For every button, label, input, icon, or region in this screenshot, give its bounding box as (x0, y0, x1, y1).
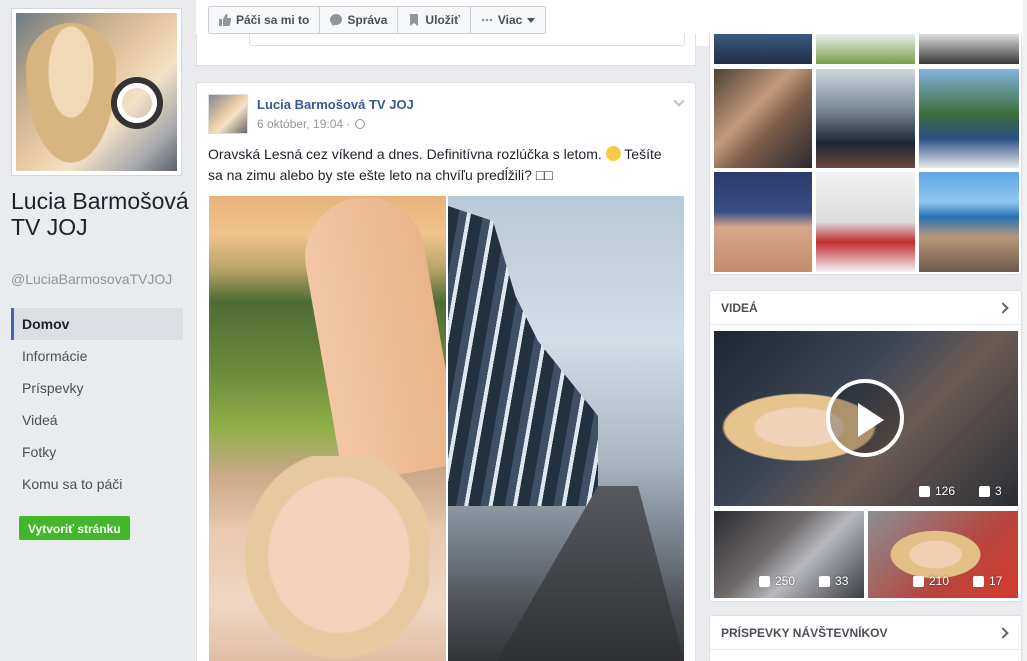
bookmark-icon (410, 14, 419, 26)
photo-thumb[interactable] (714, 172, 812, 272)
save-button[interactable]: Uložiť (398, 7, 471, 33)
post-text-line1: Oravská Lesná cez víkend a dnes. Definit… (208, 146, 602, 162)
video-stats: 210 17 (913, 574, 1002, 588)
photo-thumb[interactable] (919, 34, 1019, 64)
page-action-bar: Páči sa mi to Správa Uložiť Viac (208, 6, 547, 34)
like-page-button[interactable]: Páči sa mi to (209, 7, 321, 33)
photo-thumb[interactable] (714, 69, 812, 168)
save-label: Uložiť (425, 13, 460, 27)
videos-card: VIDEÁ 126 3 250 33 210 17 (709, 290, 1022, 602)
post-photo-selfie[interactable] (209, 196, 446, 661)
play-icon[interactable] (826, 379, 904, 457)
like-icon (759, 575, 770, 587)
video-likes: 250 (775, 574, 796, 588)
post-author-name[interactable]: Lucia Barmošová TV JOJ (257, 97, 414, 112)
like-icon (919, 485, 930, 497)
video-thumbnail[interactable]: 210 17 (868, 511, 1018, 598)
scrollbar[interactable] (1023, 0, 1027, 661)
post-meta: 6 október, 19:04 · (257, 117, 366, 131)
more-dots-icon (481, 18, 493, 22)
videos-title: VIDEÁ (721, 301, 758, 315)
video-stats: 250 33 (759, 574, 848, 588)
composer-input[interactable] (249, 34, 685, 46)
comment-icon (819, 575, 831, 587)
left-navigation: Domov Informácie Príspevky Videá Fotky K… (11, 308, 183, 500)
nav-item-videos[interactable]: Videá (11, 404, 183, 436)
video-thumbnail[interactable]: 250 33 (714, 511, 864, 598)
page-handle[interactable]: @LuciaBarmosovaTVJOJ (11, 271, 172, 287)
smile-emoji-icon (605, 146, 621, 161)
tv-logo (117, 83, 157, 123)
visitor-posts-header[interactable]: PRÍSPEVKY NÁVŠTEVNÍKOV (710, 616, 1021, 650)
comment-icon (979, 485, 991, 497)
comment-icon (973, 575, 985, 587)
messenger-icon (330, 14, 343, 26)
video-comments: 17 (989, 574, 1003, 588)
video-comments: 33 (835, 574, 849, 588)
create-page-button[interactable]: Vytvoriť stránku (19, 516, 130, 540)
videos-header[interactable]: VIDEÁ (710, 291, 1021, 325)
chevron-down-icon (527, 17, 536, 23)
profile-photo (16, 13, 177, 171)
chevron-right-icon[interactable] (997, 627, 1009, 639)
more-button[interactable]: Viac (471, 7, 545, 33)
photo-thumb[interactable] (919, 172, 1019, 272)
post-photo-snowy-road[interactable] (448, 196, 684, 661)
post-options-chevron-icon[interactable] (673, 95, 685, 107)
post-text: Oravská Lesná cez víkend a dnes. Definit… (208, 144, 678, 186)
nav-item-likes[interactable]: Komu sa to páči (11, 468, 183, 500)
video-stats: 126 3 (919, 484, 1002, 498)
profile-picture[interactable] (11, 8, 182, 176)
nav-item-posts[interactable]: Príspevky (11, 372, 183, 404)
globe-icon (355, 119, 366, 129)
photos-grid (709, 34, 1022, 275)
nav-item-home[interactable]: Domov (11, 308, 183, 340)
video-thumbnail-main[interactable]: 126 3 (714, 331, 1018, 506)
video-likes: 210 (929, 574, 950, 588)
message-button[interactable]: Správa (320, 7, 399, 33)
post-timestamp[interactable]: 6 október, 19:04 · (257, 117, 350, 131)
video-likes: 126 (935, 484, 956, 498)
visitor-posts-title: PRÍSPEVKY NÁVŠTEVNÍKOV (721, 626, 888, 640)
thumbs-up-icon (219, 14, 231, 26)
photo-thumb[interactable] (816, 69, 915, 168)
page-title[interactable]: Lucia Barmošová TV JOJ (11, 188, 191, 240)
like-icon (913, 575, 924, 587)
video-comments: 3 (995, 484, 1002, 498)
photo-thumb[interactable] (816, 34, 915, 64)
feed-post: Lucia Barmošová TV JOJ 6 október, 19:04 … (196, 82, 696, 661)
chevron-right-icon[interactable] (997, 302, 1009, 314)
photo-thumb[interactable] (816, 172, 915, 272)
nav-item-about[interactable]: Informácie (11, 340, 183, 372)
more-label: Viac (497, 13, 523, 27)
photo-thumb[interactable] (919, 69, 1019, 168)
post-author-avatar[interactable] (208, 94, 248, 134)
message-label: Správa (347, 13, 388, 27)
nav-item-photos[interactable]: Fotky (11, 436, 183, 468)
like-label: Páči sa mi to (236, 13, 310, 27)
visitor-posts-card: PRÍSPEVKY NÁVŠTEVNÍKOV (709, 615, 1022, 661)
photo-thumb[interactable] (714, 34, 812, 64)
composer-box[interactable] (196, 34, 696, 66)
